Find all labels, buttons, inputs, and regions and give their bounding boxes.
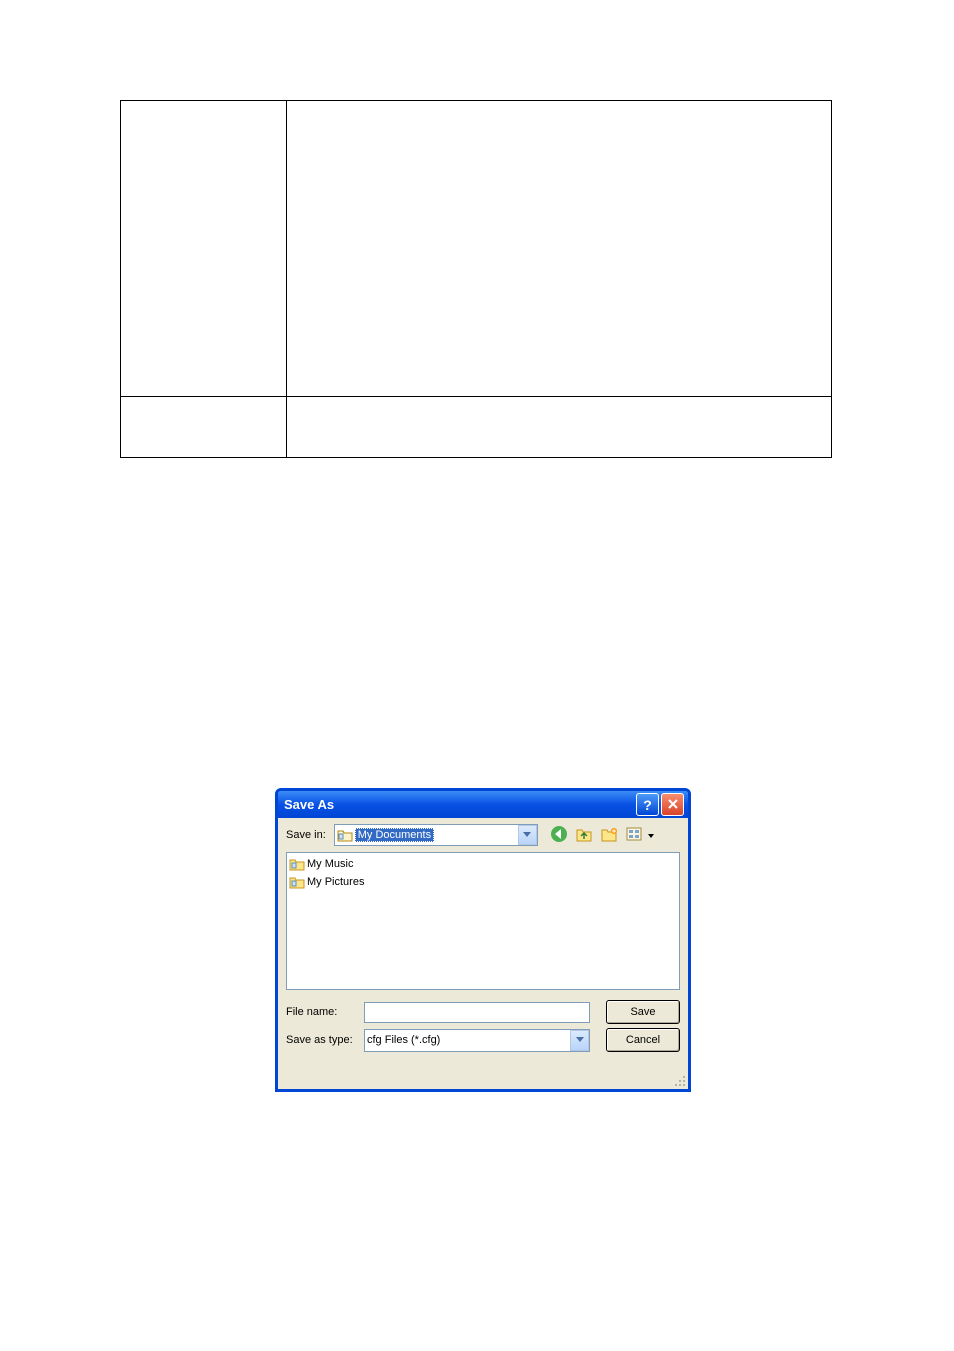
back-button[interactable] (548, 824, 570, 846)
toolbar-nav (548, 824, 656, 846)
save-in-selected: My Documents (355, 828, 434, 842)
help-icon: ? (643, 797, 652, 813)
help-button[interactable]: ? (636, 793, 659, 816)
resize-grip-icon (674, 1078, 686, 1090)
save-button-label: Save (630, 1006, 655, 1018)
folder-icon (289, 856, 305, 872)
file-list[interactable]: My Music My Pictures (286, 852, 680, 990)
save-as-dialog: Save As ? Save in: My Documents (275, 788, 691, 1092)
close-button[interactable] (661, 793, 684, 816)
chevron-down-icon[interactable] (518, 825, 537, 845)
folder-icon (337, 827, 353, 843)
table-cell (121, 397, 287, 458)
table-cell (121, 101, 287, 397)
new-folder-icon (600, 825, 618, 846)
views-dropdown[interactable] (648, 829, 656, 841)
views-button[interactable] (623, 824, 645, 846)
save-as-type-label: Save as type: (286, 1034, 356, 1046)
list-item-label: My Music (307, 858, 353, 870)
chevron-down-icon[interactable] (570, 1030, 589, 1051)
new-folder-button[interactable] (598, 824, 620, 846)
table-cell (286, 101, 831, 397)
table-cell (286, 397, 831, 458)
file-name-input[interactable] (364, 1002, 590, 1023)
dialog-footer: File name: Save Save as type: cfg Files … (278, 992, 688, 1058)
dialog-title: Save As (284, 797, 634, 812)
save-as-type-value: cfg Files (*.cfg) (367, 1034, 440, 1046)
save-button[interactable]: Save (606, 1000, 680, 1024)
back-arrow-icon (550, 825, 568, 846)
document-table (120, 100, 832, 458)
file-name-label: File name: (286, 1006, 356, 1018)
chevron-down-icon (648, 829, 654, 841)
list-item[interactable]: My Pictures (289, 873, 677, 891)
close-icon (667, 797, 679, 813)
up-one-level-button[interactable] (573, 824, 595, 846)
save-in-combo[interactable]: My Documents (334, 824, 538, 846)
save-as-type-combo[interactable]: cfg Files (*.cfg) (364, 1029, 590, 1052)
cancel-button-label: Cancel (626, 1034, 660, 1046)
folder-up-icon (575, 825, 593, 846)
list-item[interactable]: My Music (289, 855, 677, 873)
titlebar[interactable]: Save As ? (278, 791, 688, 818)
resize-grip[interactable] (674, 1075, 686, 1087)
folder-icon (289, 874, 305, 890)
views-icon (625, 825, 643, 846)
save-in-row: Save in: My Documents (278, 818, 688, 850)
list-item-label: My Pictures (307, 876, 364, 888)
cancel-button[interactable]: Cancel (606, 1028, 680, 1052)
save-in-label: Save in: (286, 829, 326, 841)
